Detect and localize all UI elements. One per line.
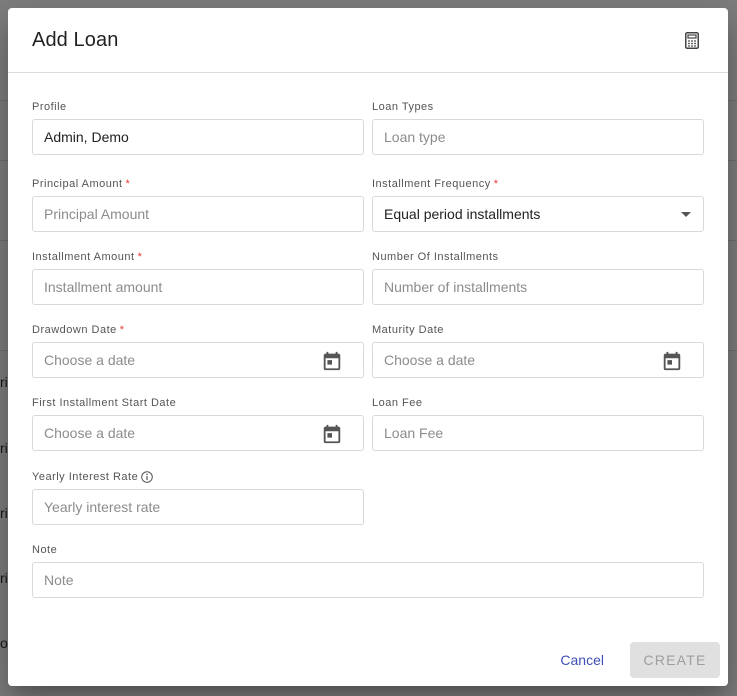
cancel-button[interactable]: Cancel [552,644,612,676]
profile-input[interactable]: Admin, Demo [32,119,364,155]
drawdown-date-field: Drawdown Date * [32,323,364,378]
installment-frequency-value: Equal period installments [384,206,541,222]
installment-amount-field: Installment Amount * [32,250,364,305]
loan-types-label: Loan Types [372,101,434,113]
first-installment-start-date-input[interactable] [44,425,352,441]
required-marker: * [125,178,131,190]
maturity-date-field: Maturity Date [372,323,704,378]
calendar-icon[interactable] [661,350,683,372]
drawdown-date-label: Drawdown Date [32,324,117,336]
loan-types-input[interactable] [384,129,692,145]
note-field: Note [32,543,704,598]
yearly-interest-rate-label: Yearly Interest Rate [32,471,139,483]
add-loan-dialog: Add Loan Profile Admin, Demo Loan Types [8,8,728,686]
installment-amount-label: Installment Amount [32,251,135,263]
maturity-date-label: Maturity Date [372,324,444,336]
create-button[interactable]: CREATE [630,642,720,678]
yearly-interest-rate-field: Yearly Interest Rate [32,470,364,525]
number-of-installments-label: Number Of Installments [372,251,499,263]
number-of-installments-input[interactable] [384,279,692,295]
info-icon[interactable] [141,471,154,483]
principal-amount-label: Principal Amount [32,178,123,190]
installment-frequency-select[interactable]: Equal period installments [372,196,704,232]
loan-fee-input[interactable] [384,425,692,441]
calendar-icon[interactable] [321,350,343,372]
principal-amount-field: Principal Amount * [32,177,364,232]
note-label: Note [32,544,58,556]
dialog-actions: Cancel CREATE [552,642,720,678]
note-input[interactable] [44,572,692,588]
installment-frequency-label: Installment Frequency [372,178,491,190]
yearly-interest-rate-input[interactable] [44,499,352,515]
first-installment-start-date-label: First Installment Start Date [32,397,177,409]
installment-amount-input[interactable] [44,279,352,295]
calculator-icon[interactable] [680,28,704,52]
profile-label: Profile [32,101,67,113]
first-installment-start-date-field: First Installment Start Date [32,396,364,451]
dialog-title: Add Loan [32,28,119,51]
installment-frequency-field: Installment Frequency * Equal period ins… [372,177,704,232]
required-marker: * [493,178,499,190]
required-marker: * [119,324,125,336]
calendar-icon[interactable] [321,423,343,445]
dialog-header: Add Loan [8,8,728,73]
dropdown-arrow-icon [681,212,691,217]
profile-field: Profile Admin, Demo [32,100,364,155]
maturity-date-input[interactable] [384,352,692,368]
number-of-installments-field: Number Of Installments [372,250,704,305]
loan-fee-field: Loan Fee [372,396,704,451]
principal-amount-input[interactable] [44,206,352,222]
required-marker: * [137,251,143,263]
drawdown-date-input[interactable] [44,352,352,368]
loan-fee-label: Loan Fee [372,397,423,409]
profile-value: Admin, Demo [44,129,129,145]
loan-types-field: Loan Types [372,100,704,155]
